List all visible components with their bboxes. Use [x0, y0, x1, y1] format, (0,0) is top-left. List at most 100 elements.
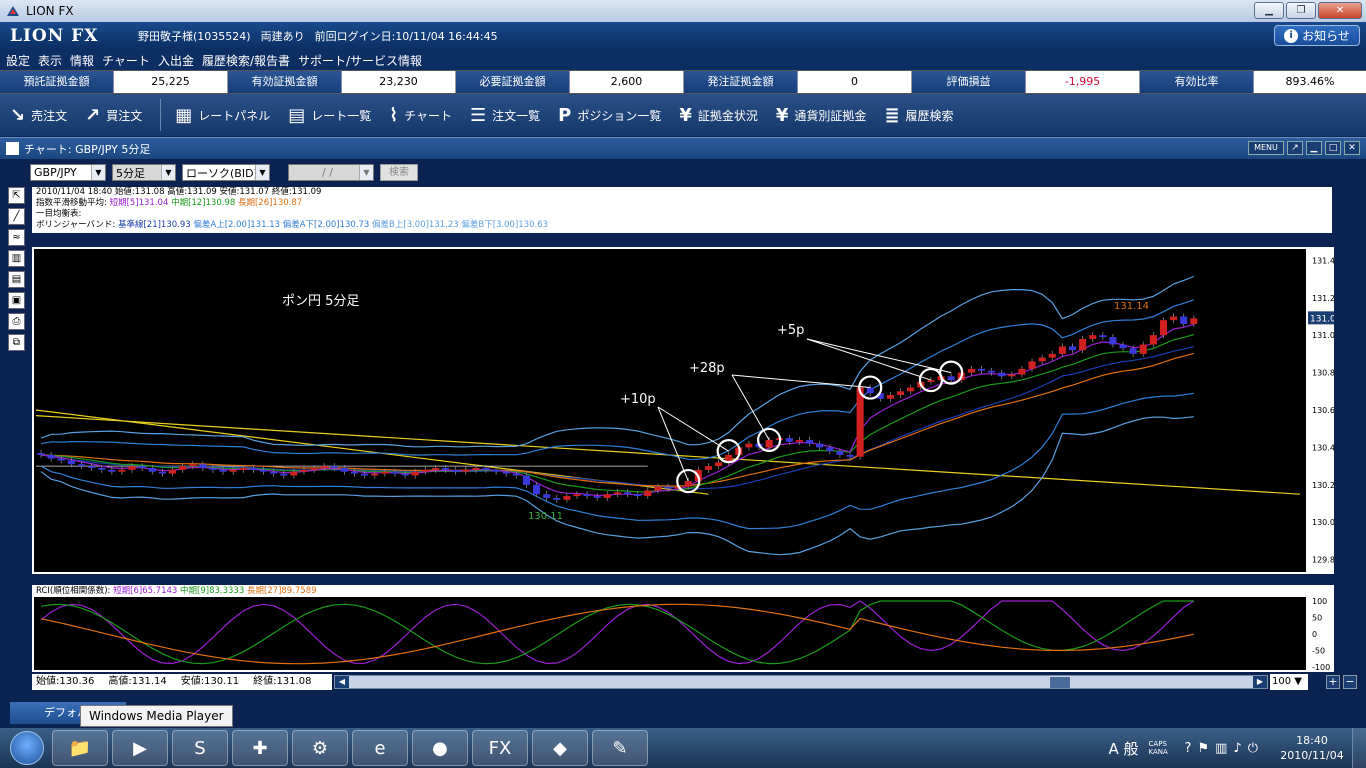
odl-icon[interactable]: ●	[412, 730, 468, 766]
rci-chart-svg: 100 50 0 -50 -100	[34, 597, 1330, 672]
rci-chart[interactable]: 100 50 0 -50 -100	[32, 597, 1334, 672]
price-tick-label: 130.60	[1312, 406, 1334, 415]
status-value: 23,230	[342, 71, 456, 93]
price-chart[interactable]: 131.40 131.20 131.00 130.80 130.60 130.40 130.…	[32, 247, 1342, 574]
copy-icon[interactable]: ⧉	[8, 334, 25, 351]
cursor-tool-icon[interactable]: ⇱	[8, 187, 25, 204]
chart-scrollbar[interactable]: ◀ ▶	[334, 675, 1268, 689]
folder-icon[interactable]: 📁	[52, 730, 108, 766]
chart-close-button[interactable]: ✕	[1344, 141, 1360, 155]
buy-order-button[interactable]: ↗ 買注文	[85, 105, 142, 126]
search-button[interactable]: 検索	[380, 164, 418, 181]
scroll-right-icon[interactable]: ▶	[1253, 676, 1267, 688]
price-tick-label: 131.00	[1312, 331, 1334, 340]
scroll-left-icon[interactable]: ◀	[335, 676, 349, 688]
candle	[219, 469, 227, 472]
status-value: 893.46%	[1254, 71, 1366, 93]
ime-indicator[interactable]: A 般	[1109, 738, 1139, 759]
start-button[interactable]	[6, 728, 48, 768]
maximize-button[interactable]: ❐	[1286, 2, 1316, 19]
margin-status-button[interactable]: ¥ 証拠金状況	[679, 105, 758, 126]
help-icon[interactable]: ?	[1185, 741, 1192, 756]
candle	[148, 467, 156, 472]
volume-icon[interactable]: ♪	[1233, 741, 1241, 756]
trendline-tool-icon[interactable]: ╱	[8, 208, 25, 225]
timeframe-select[interactable]: 5分足 ▼	[112, 164, 176, 181]
indicator-tool-icon[interactable]: ≈	[8, 229, 25, 246]
chart-button[interactable]: ⌇ チャート	[389, 105, 452, 126]
rci-tick-label: -100	[1312, 663, 1330, 672]
chart-popout-button[interactable]: ↗	[1287, 141, 1303, 155]
power-icon[interactable]: ⏻	[1248, 741, 1258, 756]
messenger-icon[interactable]: ✚	[232, 730, 288, 766]
rate-list-button[interactable]: ▤ レート一覧	[288, 105, 371, 126]
sell-order-button[interactable]: ↘ 売注文	[10, 105, 67, 126]
candle	[563, 496, 571, 500]
candle	[1089, 335, 1097, 339]
date-placeholder: / /	[322, 166, 333, 179]
chart-minimize-button[interactable]: ▁	[1306, 141, 1322, 155]
menu-info[interactable]: 情報	[70, 52, 94, 69]
ema-long: 長期[26]130.87	[237, 198, 303, 208]
lionfx-icon[interactable]: ◆	[532, 730, 588, 766]
history-search-button[interactable]: ≣ 履歴検索	[884, 105, 953, 126]
date-input[interactable]: / / ▼	[288, 164, 374, 181]
flag-icon[interactable]: ⚑	[1197, 741, 1209, 756]
clock[interactable]: 18:40 2010/11/04	[1272, 733, 1352, 763]
candle	[330, 466, 338, 468]
ohlc-line: 2010/11/04 18:40 始値:131.08 高値:131.09 安値:…	[36, 187, 322, 197]
price-tick-label: 131.20	[1312, 294, 1334, 303]
rate-panel-button[interactable]: ▦ レートパネル	[175, 105, 270, 126]
chart-menu-button[interactable]: MENU	[1248, 141, 1284, 155]
zoom-out-button[interactable]: −	[1343, 675, 1357, 689]
candle	[128, 466, 136, 470]
position-list-button[interactable]: P ポジション一覧	[558, 105, 661, 126]
fx-icon[interactable]: FX	[472, 730, 528, 766]
candle	[1079, 338, 1087, 351]
bar-tool-icon[interactable]: ▥	[8, 250, 25, 267]
menu-settings[interactable]: 設定	[6, 52, 30, 69]
candle	[411, 471, 419, 476]
notice-button[interactable]: i お知らせ	[1274, 25, 1360, 46]
menu-deposit[interactable]: 入出金	[158, 52, 194, 69]
close-button[interactable]: ✕	[1318, 2, 1362, 19]
candle	[270, 471, 278, 474]
menu-view[interactable]: 表示	[38, 52, 62, 69]
skype-icon[interactable]: S	[172, 730, 228, 766]
scroll-thumb[interactable]	[1050, 677, 1070, 688]
menu-chart[interactable]: チャート	[102, 52, 150, 69]
candle	[1109, 337, 1117, 345]
settings-tool-icon[interactable]: ▣	[8, 292, 25, 309]
zoom-select[interactable]: 100 ▼	[1270, 674, 1308, 690]
menu-history[interactable]: 履歴検索/報告書	[202, 52, 290, 69]
paint-icon[interactable]: ✎	[592, 730, 648, 766]
price-tick-label: 130.00	[1312, 518, 1334, 527]
network-icon[interactable]: ⚙	[292, 730, 348, 766]
status-value-pnl: -1,995	[1026, 71, 1140, 93]
candle	[977, 368, 986, 371]
candle-type-select[interactable]: ローソク(BID) ▼	[182, 164, 270, 181]
candle	[826, 447, 834, 452]
media-player-icon[interactable]: ▶	[112, 730, 168, 766]
main-toolbar: ↘ 売注文 ↗ 買注文 ▦ レートパネル ▤ レート一覧 ⌇ チャート ☰ 注文一覧 P ポジ…	[0, 94, 1366, 136]
pair-select[interactable]: GBP/JPY ▼	[30, 164, 106, 181]
candle	[158, 471, 166, 474]
menu-support[interactable]: サポート/サービス情報	[298, 52, 422, 69]
minimize-button[interactable]: ▁	[1254, 2, 1284, 19]
show-desktop-button[interactable]	[1352, 728, 1366, 768]
candle	[462, 469, 470, 472]
print-icon[interactable]: ⎙	[8, 313, 25, 330]
candle	[654, 486, 662, 491]
currency-margin-button[interactable]: ¥ 通貨別証拠金	[776, 105, 867, 126]
rci-long: 長期[27]89.7589	[246, 586, 317, 596]
order-list-button[interactable]: ☰ 注文一覧	[470, 105, 540, 126]
network-tray-icon[interactable]: ▥	[1215, 741, 1227, 756]
annotation-plus-28p: +28p	[689, 361, 725, 376]
rci-mid: 中期[9]83.3333	[180, 586, 245, 596]
list-tool-icon[interactable]: ▤	[8, 271, 25, 288]
ie-icon[interactable]: e	[352, 730, 408, 766]
chart-maximize-button[interactable]: □	[1325, 141, 1341, 155]
zoom-in-button[interactable]: +	[1326, 675, 1340, 689]
timeframe-value: 5分足	[116, 166, 145, 180]
current-price-label: 131.09	[1310, 314, 1334, 324]
